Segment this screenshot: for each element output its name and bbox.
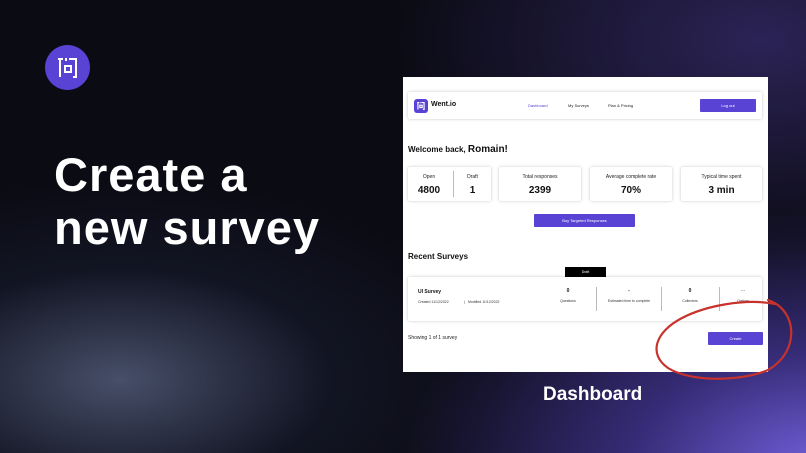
questions-count: 0 — [566, 288, 570, 294]
promo-headline: Create a new survey — [54, 148, 321, 254]
total-responses-value: 2399 — [528, 185, 552, 196]
brand-name[interactable]: Went.io — [431, 101, 456, 108]
welcome-heading: Welcome back, Romain! — [408, 144, 508, 155]
brand-logo-icon — [414, 99, 428, 113]
estimated-time-label: Estimated time to complete — [607, 299, 651, 303]
time-spent-label: Typical time spent — [701, 174, 742, 180]
nav-link-my-surveys[interactable]: My Surveys — [568, 103, 589, 108]
open-draft-card: Open 4800 Draft 1 — [408, 167, 491, 201]
nav-link-dashboard[interactable]: Dashboard — [528, 103, 548, 108]
promo-caption: Dashboard — [543, 384, 643, 405]
survey-name[interactable]: UI Survey — [418, 289, 441, 295]
open-value: 4800 — [417, 185, 441, 196]
pagination-summary: Showing 1 of 1 survey — [408, 335, 458, 341]
time-spent-card: Typical time spent 3 min — [681, 167, 762, 201]
complete-rate-value: 70% — [620, 185, 641, 196]
date-separator: | — [464, 300, 465, 304]
welcome-prefix: Welcome back, — [408, 145, 466, 154]
user-name: Romain! — [467, 144, 508, 155]
divider — [596, 287, 597, 311]
nav-link-plan-pricing[interactable]: Plan & Pricing — [608, 103, 633, 108]
logout-button[interactable]: Log out — [700, 99, 756, 112]
draft-label: Draft — [467, 174, 478, 180]
went-logo-icon — [45, 45, 90, 90]
complete-rate-card: Average complete rate 70% — [590, 167, 672, 201]
estimated-time-value: - — [628, 288, 630, 294]
recent-surveys-heading: Recent Surveys — [408, 252, 469, 261]
questions-label: Questions — [560, 299, 576, 303]
status-badge: Draft — [565, 267, 606, 277]
created-date: Created 11/12/2022 — [418, 300, 449, 304]
buy-responses-button[interactable]: Buy Targeted Responses — [534, 214, 635, 227]
complete-rate-label: Average complete rate — [605, 174, 657, 180]
highlight-circle — [655, 298, 793, 380]
open-label: Open — [422, 174, 436, 180]
modified-date: Modified 11/12/2022 — [468, 300, 500, 304]
draft-value: 1 — [469, 185, 476, 196]
total-responses-card: Total responses 2399 — [499, 167, 581, 201]
total-responses-label: Total responses — [522, 174, 558, 180]
time-spent-value: 3 min — [708, 185, 735, 196]
top-navbar: Went.io Dashboard My Surveys Plan & Pric… — [408, 92, 762, 119]
